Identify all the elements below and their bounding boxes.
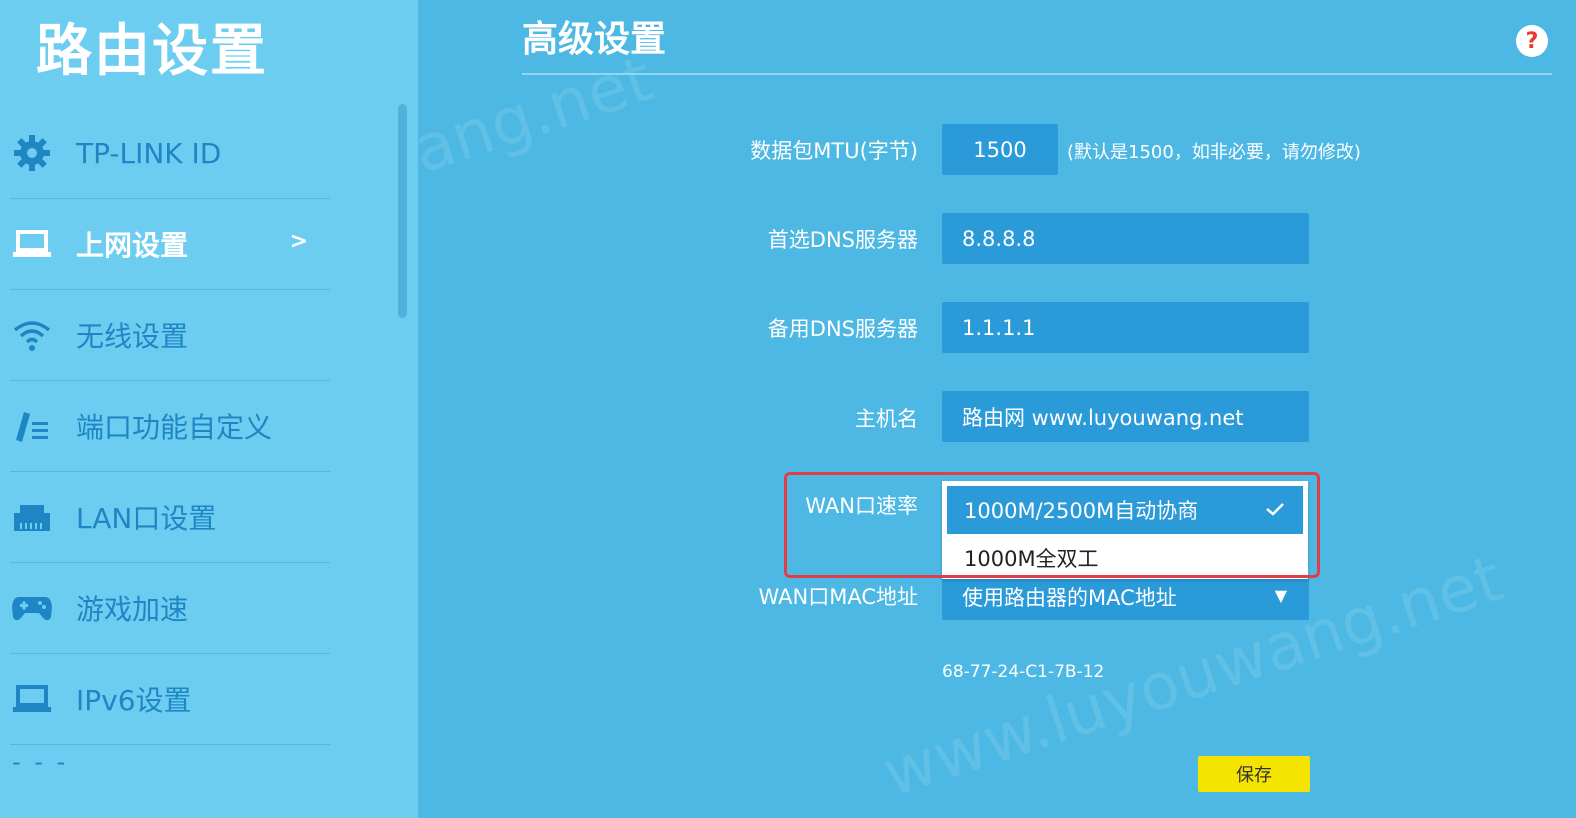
laptop-icon [10, 677, 54, 721]
help-icon[interactable]: ? [1516, 25, 1548, 57]
page-title: 高级设置 [522, 19, 667, 60]
title-divider [522, 73, 1552, 75]
chevron-down-icon: ▼ [1274, 586, 1287, 605]
gamepad-icon [10, 586, 54, 630]
app-title: 路由设置 [36, 19, 268, 84]
laptop-icon [10, 222, 54, 266]
wan-mac-label: WAN口MAC地址 [758, 585, 918, 609]
hostname-input[interactable]: 路由网 www.luyouwang.net [942, 391, 1309, 442]
sidebar-item-ipv6[interactable]: IPv6设置 [10, 654, 330, 745]
sidebar-more: - - - [12, 748, 69, 776]
sidebar-item-port-custom[interactable]: 端口功能自定义 [10, 381, 330, 472]
hostname-label: 主机名 [855, 407, 918, 431]
sidebar-item-tplink-id[interactable]: TP-LINK ID [10, 108, 330, 199]
sidebar-item-game[interactable]: 游戏加速 [10, 563, 330, 654]
dns-primary-label: 首选DNS服务器 [767, 228, 918, 252]
wan-mac-select[interactable]: 使用路由器的MAC地址 ▼ [942, 574, 1309, 620]
sidebar-item-label: IPv6设置 [76, 684, 192, 717]
sidebar-nav: TP-LINK ID 上网设置 > 无线设置 端口功能自定义 LAN口设置 游戏… [10, 108, 330, 745]
sidebar-item-label: 上网设置 [76, 229, 189, 262]
wan-mac-value: 68-77-24-C1-7B-12 [942, 662, 1105, 682]
sidebar-item-lan[interactable]: LAN口设置 [10, 472, 330, 563]
sidebar-item-label: 无线设置 [76, 320, 189, 353]
edit-list-icon [10, 404, 54, 448]
sidebar-item-wireless[interactable]: 无线设置 [10, 290, 330, 381]
lan-port-icon [10, 495, 54, 539]
save-button[interactable]: 保存 [1198, 756, 1310, 792]
sidebar-scrollbar[interactable] [398, 104, 407, 318]
highlight-annotation [784, 472, 1320, 578]
dns-secondary-input[interactable]: 1.1.1.1 [942, 302, 1309, 353]
gear-icon [10, 131, 54, 175]
mtu-label: 数据包MTU(字节) [750, 139, 918, 163]
sidebar-item-label: 端口功能自定义 [76, 411, 273, 444]
sidebar-item-label: LAN口设置 [76, 502, 217, 535]
chevron-right-icon: > [289, 229, 308, 254]
sidebar-item-internet[interactable]: 上网设置 > [10, 199, 330, 290]
wifi-icon [10, 313, 54, 357]
mtu-hint: (默认是1500，如非必要，请勿修改) [1067, 142, 1361, 163]
sidebar-item-label: 游戏加速 [76, 593, 189, 626]
mtu-input[interactable]: 1500 [942, 124, 1058, 175]
sidebar-item-label: TP-LINK ID [76, 136, 222, 170]
wan-mac-select-value: 使用路由器的MAC地址 [962, 586, 1177, 610]
dns-secondary-label: 备用DNS服务器 [767, 317, 918, 341]
sidebar: 路由设置 TP-LINK ID 上网设置 > 无线设置 端口功能自定义 LAN口… [0, 0, 418, 818]
dns-primary-input[interactable]: 8.8.8.8 [942, 213, 1309, 264]
